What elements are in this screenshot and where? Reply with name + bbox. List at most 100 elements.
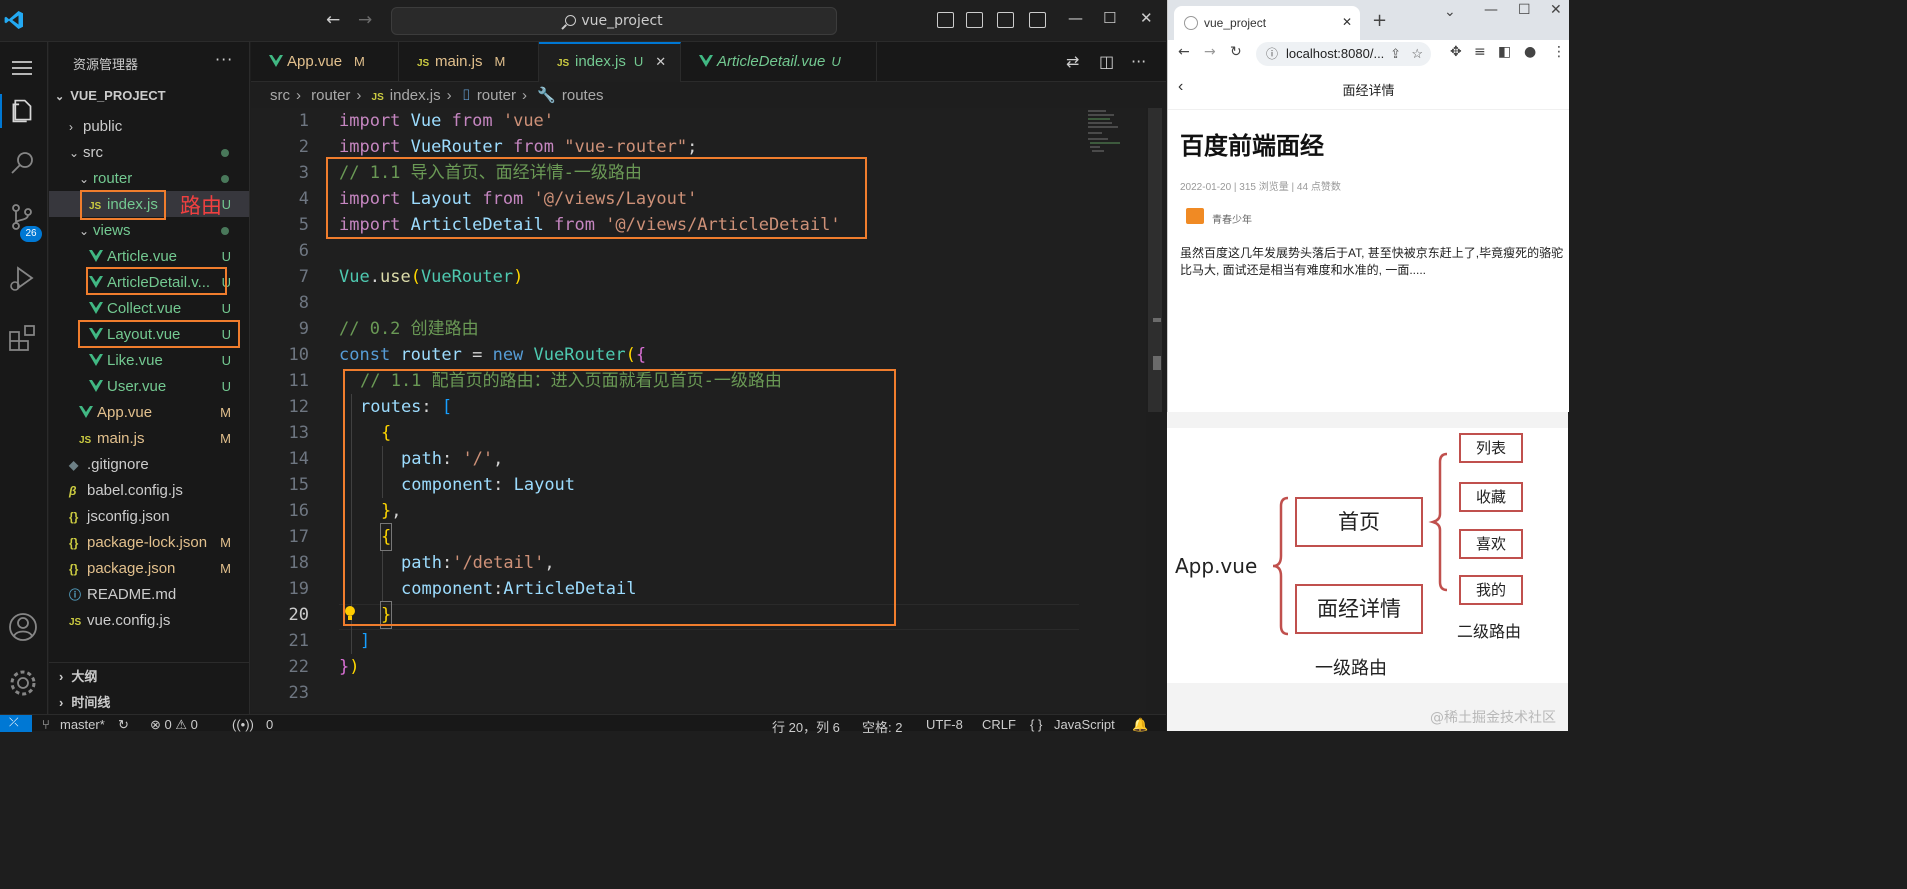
tree-file-user-vue[interactable]: User.vue U bbox=[89, 374, 231, 400]
language-mode[interactable]: JavaScript bbox=[1054, 717, 1115, 732]
site-info-icon[interactable]: ⓘ bbox=[1266, 42, 1278, 66]
back-arrow-icon[interactable]: ← bbox=[326, 10, 340, 30]
breadcrumb-src[interactable]: src bbox=[270, 87, 290, 104]
forward-arrow-icon[interactable]: → bbox=[358, 10, 372, 30]
timeline-section[interactable]: › 时间线 bbox=[59, 692, 110, 711]
article-content: 虽然百度这几年发展势头落后于AT, 甚至快被京东赶上了,毕竟瘦死的骆驼比马大, … bbox=[1180, 246, 1564, 277]
menu-icon[interactable] bbox=[8, 52, 42, 86]
customize-layout-icon[interactable] bbox=[1029, 12, 1046, 28]
outline-section[interactable]: › 大纲 bbox=[59, 666, 97, 685]
profile-avatar-icon[interactable]: ● bbox=[1524, 44, 1536, 60]
tab-index-js[interactable]: JS index.js U ✕ bbox=[539, 42, 681, 82]
media-control-icon[interactable]: ≡ bbox=[1474, 44, 1486, 60]
address-bar[interactable]: ⓘ localhost:8080/... ⇪ ☆ bbox=[1256, 42, 1431, 66]
tree-file-collect-vue[interactable]: Collect.vue U bbox=[89, 296, 231, 322]
tree-file-vue-config[interactable]: JS vue.config.js bbox=[69, 608, 231, 634]
explorer-icon[interactable] bbox=[0, 94, 40, 128]
ports-count[interactable]: 0 bbox=[266, 717, 273, 732]
tree-file-package-lock[interactable]: {} package-lock.json M bbox=[69, 530, 231, 556]
annotation-label-route: 路由 bbox=[180, 194, 222, 218]
annotation-box-imports bbox=[326, 157, 867, 239]
breadcrumb-symbol-router[interactable]: router bbox=[477, 87, 516, 104]
more-actions-icon[interactable]: ··· bbox=[1131, 52, 1146, 71]
code-line: 22}) bbox=[288, 657, 360, 677]
new-tab-icon[interactable]: + bbox=[1372, 10, 1387, 31]
toggle-primary-sidebar-icon[interactable] bbox=[937, 12, 954, 28]
reload-icon[interactable]: ↻ bbox=[1230, 44, 1242, 60]
end-of-line[interactable]: CRLF bbox=[982, 717, 1016, 732]
toggle-panel-icon[interactable] bbox=[966, 12, 983, 28]
problems-count[interactable]: ⊗ 0 ⚠ 0 bbox=[150, 717, 198, 733]
tree-file-app-vue[interactable]: App.vue M bbox=[79, 400, 231, 426]
browser-tab-title: vue_project bbox=[1204, 16, 1267, 30]
bookmark-star-icon[interactable]: ☆ bbox=[1411, 42, 1423, 66]
tab-app-vue[interactable]: App.vue M bbox=[251, 42, 399, 82]
run-and-debug-icon[interactable] bbox=[6, 262, 40, 296]
diagram-caption-level1: 一级路由 bbox=[1315, 658, 1387, 679]
breadcrumb-file[interactable]: index.js bbox=[390, 87, 441, 104]
branch-name[interactable]: master* bbox=[60, 717, 105, 732]
toggle-secondary-sidebar-icon[interactable] bbox=[997, 12, 1014, 28]
annotation-box-index-js bbox=[80, 190, 166, 220]
search-icon bbox=[565, 15, 577, 26]
minimap[interactable] bbox=[1086, 108, 1134, 158]
project-root[interactable]: ⌄ VUE_PROJECT bbox=[55, 88, 166, 103]
tab-articledetail-vue[interactable]: ArticleDetail.vue U bbox=[681, 42, 877, 82]
compare-changes-icon[interactable]: ⇄ bbox=[1066, 52, 1079, 71]
close-tab-icon[interactable]: ✕ bbox=[1342, 15, 1352, 29]
split-editor-icon[interactable]: ◫ bbox=[1099, 52, 1114, 71]
close-window-icon[interactable]: ✕ bbox=[1140, 9, 1153, 27]
close-window-icon[interactable]: ✕ bbox=[1550, 2, 1562, 18]
tree-folder-public[interactable]: › public bbox=[69, 114, 249, 140]
indentation[interactable]: 空格: 2 bbox=[862, 717, 902, 736]
forward-arrow-icon[interactable]: → bbox=[1204, 44, 1216, 60]
accounts-icon[interactable] bbox=[6, 610, 40, 644]
annotation-box-routes bbox=[343, 369, 896, 626]
tree-file-babel-config[interactable]: β babel.config.js bbox=[69, 478, 231, 504]
notifications-bell-icon[interactable]: 🔔 bbox=[1132, 717, 1148, 733]
tree-file-like-vue[interactable]: Like.vue U bbox=[89, 348, 231, 374]
tree-file-main-js[interactable]: JS main.js M bbox=[79, 426, 231, 452]
search-icon[interactable] bbox=[6, 147, 40, 181]
share-icon[interactable]: ⇪ bbox=[1390, 42, 1401, 66]
maximize-icon[interactable]: ☐ bbox=[1103, 9, 1116, 27]
breadcrumb: src › router › JS index.js › ⌷ router › 🔧 route… bbox=[270, 87, 604, 104]
maximize-icon[interactable]: ☐ bbox=[1518, 2, 1531, 18]
language-braces-icon: { } bbox=[1030, 717, 1043, 732]
scroll-marker bbox=[1153, 356, 1161, 370]
chevron-down-icon: ⌄ bbox=[69, 146, 80, 160]
extensions-icon[interactable] bbox=[6, 320, 40, 354]
tab-main-js[interactable]: JS main.js M bbox=[399, 42, 539, 82]
minimize-icon[interactable]: — bbox=[1484, 2, 1498, 18]
command-center-search[interactable]: vue_project bbox=[391, 7, 837, 35]
tree-file-gitignore[interactable]: ◆ .gitignore bbox=[69, 452, 231, 478]
breadcrumb-router[interactable]: router bbox=[311, 87, 350, 104]
extensions-puzzle-icon[interactable]: ✥ bbox=[1450, 44, 1462, 60]
explorer-more-actions-icon[interactable]: ··· bbox=[215, 50, 233, 69]
close-tab-icon[interactable]: ✕ bbox=[655, 54, 666, 69]
tree-file-package-json[interactable]: {} package.json M bbox=[69, 556, 231, 582]
diagram-caption-level2: 二级路由 bbox=[1457, 622, 1522, 641]
browser-tab[interactable]: vue_project ✕ bbox=[1174, 6, 1360, 40]
remote-indicator-icon[interactable]: ⤫ bbox=[0, 715, 32, 732]
vue-file-icon bbox=[699, 55, 713, 67]
side-panel-icon[interactable]: ◧ bbox=[1498, 44, 1511, 60]
encoding[interactable]: UTF-8 bbox=[926, 717, 963, 732]
article-title: 百度前端面经 bbox=[1180, 133, 1324, 160]
tab-search-chevron-icon[interactable]: ⌄ bbox=[1444, 4, 1456, 20]
browser-menu-icon[interactable]: ⋮ bbox=[1552, 44, 1566, 60]
manage-gear-icon[interactable] bbox=[6, 666, 40, 700]
modified-dot bbox=[221, 149, 229, 157]
branch-icon: ⑂ bbox=[42, 717, 50, 732]
chevron-right-icon: › bbox=[69, 120, 73, 134]
minimize-icon[interactable]: — bbox=[1068, 9, 1083, 27]
vscode-window: ← → vue_project — ☐ ✕ 26 资源管理器 ··· ⌄ VUE… bbox=[0, 0, 1166, 735]
status-bar: ⤫ ⑂ master* ↻ ⊗ 0 ⚠ 0 ((•)) 0 行 20，列 6 空… bbox=[0, 714, 1166, 735]
vue-file-icon bbox=[89, 250, 103, 262]
sync-icon[interactable]: ↻ bbox=[118, 717, 129, 733]
cursor-position[interactable]: 行 20，列 6 bbox=[772, 717, 840, 736]
tree-file-jsconfig[interactable]: {} jsconfig.json bbox=[69, 504, 231, 530]
back-arrow-icon[interactable]: ← bbox=[1178, 44, 1190, 60]
breadcrumb-symbol-routes[interactable]: routes bbox=[562, 87, 604, 104]
tree-file-readme[interactable]: ⓘ README.md bbox=[69, 582, 231, 608]
